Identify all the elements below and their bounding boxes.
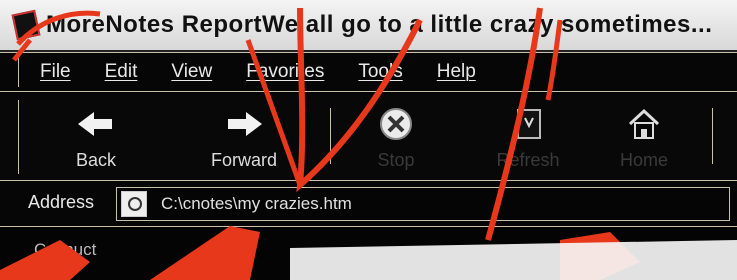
refresh-label: Refresh <box>496 150 560 170</box>
app-icon <box>11 9 41 41</box>
menu-view[interactable]: View <box>171 61 212 83</box>
address-bar: Address C:\cnotes\my crazies.htm <box>0 182 737 227</box>
title-bar[interactable]: MoreNotes ReportWe all go to a little cr… <box>0 0 737 52</box>
toolbar-separator <box>330 108 331 164</box>
menu-help[interactable]: Help <box>437 61 476 83</box>
forward-label: Forward <box>210 150 277 170</box>
status-bar: Cconuct <box>0 228 737 280</box>
toolbar-grip[interactable] <box>18 100 22 174</box>
menu-tools[interactable]: Tools <box>358 61 402 83</box>
toolbar-separator <box>712 108 713 164</box>
window-title: MoreNotes ReportWe all go to a little cr… <box>46 11 713 38</box>
address-input[interactable]: C:\cnotes\my crazies.htm <box>116 187 730 221</box>
menu-edit[interactable]: Edit <box>105 61 138 83</box>
home-button[interactable]: Home <box>584 100 704 174</box>
back-arrow-icon <box>78 112 112 136</box>
address-label: Address <box>28 192 95 212</box>
home-icon <box>628 108 660 139</box>
refresh-icon <box>517 109 541 139</box>
forward-arrow-icon <box>228 112 262 136</box>
back-button[interactable]: Back <box>36 100 156 174</box>
menu-grip[interactable] <box>18 57 22 87</box>
menu-bar: File Edit View Favorites Tools Help <box>0 52 737 92</box>
stop-button[interactable]: Stop <box>336 100 456 174</box>
browser-window: MoreNotes ReportWe all go to a little cr… <box>0 0 737 280</box>
stop-label: Stop <box>377 150 415 170</box>
address-value: C:\cnotes\my crazies.htm <box>161 194 352 213</box>
menu-file[interactable]: File <box>40 61 71 83</box>
page-icon <box>121 191 147 217</box>
stop-icon <box>380 108 412 140</box>
toolbar: Back Forward Stop Refresh Home <box>0 94 737 181</box>
home-label: Home <box>619 150 668 170</box>
forward-button[interactable]: Forward <box>184 100 304 174</box>
back-label: Back <box>75 150 117 170</box>
menu-favorites[interactable]: Favorites <box>246 61 324 83</box>
refresh-button[interactable]: Refresh <box>468 100 588 174</box>
status-text: Cconuct <box>34 240 97 259</box>
